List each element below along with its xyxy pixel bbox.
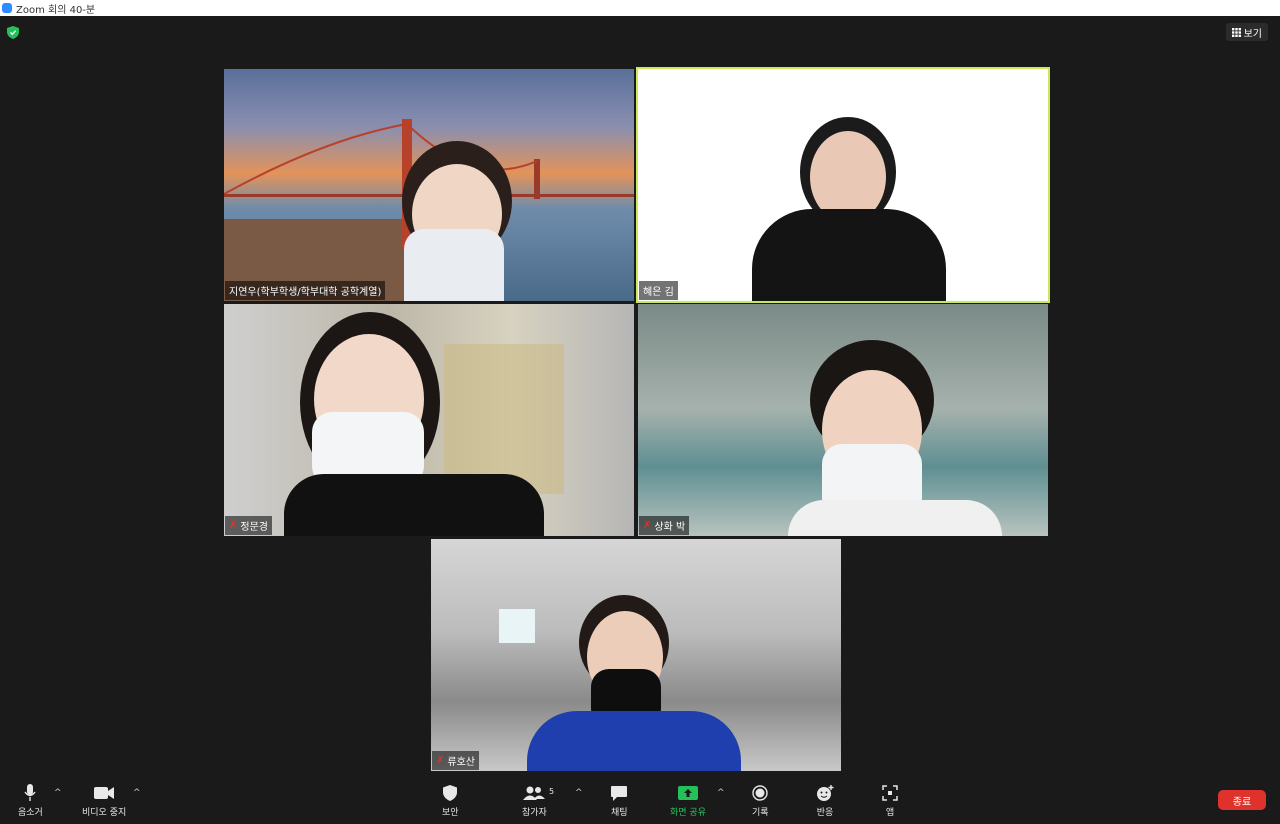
video-tile-2[interactable]: 혜은 김	[636, 67, 1050, 303]
meeting-toolbar: 음소거 ^ 비디오 중지 ^ 보안 참가자 5 ^ 채팅 화면 공유 ^ 기록 …	[0, 778, 1280, 824]
apps-label: 앱	[885, 808, 895, 818]
chat-bubble-icon	[611, 785, 628, 801]
face-mask	[404, 229, 504, 301]
video-tile-3[interactable]: ✗ 정문경	[224, 304, 634, 536]
window-titlebar: Zoom 회의 40-분	[0, 0, 1280, 16]
chat-label: 채팅	[611, 808, 628, 818]
participant-body	[284, 474, 544, 536]
participant-name: 혜은 김	[643, 287, 674, 298]
participant-nametag: ✗ 정문경	[225, 516, 272, 535]
participant-nametag: 혜은 김	[639, 281, 678, 300]
background-sign	[444, 344, 564, 494]
share-options-caret-icon[interactable]: ^	[717, 788, 725, 798]
participants-label: 참가자	[522, 808, 547, 818]
participant-nametag: ✗ 류호산	[432, 751, 479, 770]
participant-name: 류호산	[447, 757, 475, 768]
reactions-button[interactable]: 반응	[816, 784, 834, 818]
participants-count: 5	[549, 787, 555, 796]
participant-body	[527, 711, 741, 771]
participant-body	[752, 209, 946, 301]
record-icon	[752, 785, 768, 801]
share-screen-button[interactable]: 화면 공유	[670, 784, 706, 818]
emoji-reaction-icon	[817, 785, 834, 801]
video-camera-icon	[94, 787, 115, 799]
participants-options-caret-icon[interactable]: ^	[575, 788, 583, 798]
record-label: 기록	[752, 808, 769, 818]
participants-button[interactable]: 참가자	[522, 784, 547, 818]
zoom-logo-icon	[2, 3, 12, 13]
participants-icon	[523, 786, 546, 800]
end-meeting-button[interactable]: 종료	[1218, 790, 1266, 810]
audio-options-caret-icon[interactable]: ^	[54, 788, 62, 798]
share-label: 화면 공유	[670, 808, 706, 818]
stop-video-button[interactable]: 비디오 중지	[82, 784, 126, 818]
apps-icon	[882, 785, 898, 801]
mic-muted-icon: ✗	[643, 520, 652, 531]
security-shield-icon	[443, 785, 458, 801]
video-label: 비디오 중지	[82, 808, 127, 818]
microphone-icon	[24, 784, 36, 801]
mute-label: 음소거	[18, 808, 43, 818]
mic-muted-icon: ✗	[229, 520, 238, 531]
participant-name: 정문경	[240, 522, 268, 533]
video-tile-5[interactable]: ✗ 류호산	[431, 539, 841, 771]
video-tile-4[interactable]: ✗ 상화 박	[638, 304, 1048, 536]
video-options-caret-icon[interactable]: ^	[133, 788, 141, 798]
participant-body	[788, 500, 1002, 536]
grid-icon	[1231, 27, 1241, 37]
share-screen-icon	[677, 786, 698, 800]
meeting-area: 보기 지연우(학부학생/학부대학 공학계열) 혜은 김 ✗ 정문경 ✗ 상화 박…	[0, 16, 1280, 778]
apps-button[interactable]: 앱	[882, 784, 898, 818]
record-button[interactable]: 기록	[752, 784, 769, 818]
ceiling-light	[499, 609, 535, 643]
view-label: 보기	[1243, 28, 1262, 40]
participant-nametag: ✗ 상화 박	[639, 516, 690, 535]
reactions-label: 반응	[816, 808, 834, 818]
video-tile-1[interactable]: 지연우(학부학생/학부대학 공학계열)	[224, 69, 634, 301]
participant-nametag: 지연우(학부학생/학부대학 공학계열)	[225, 281, 386, 300]
participant-name: 지연우(학부학생/학부대학 공학계열)	[229, 287, 382, 298]
security-label: 보안	[442, 808, 459, 818]
encryption-shield-icon[interactable]	[7, 26, 19, 39]
security-button[interactable]: 보안	[442, 784, 459, 818]
mic-muted-icon: ✗	[436, 755, 445, 766]
chat-button[interactable]: 채팅	[611, 784, 628, 818]
participant-name: 상화 박	[654, 522, 686, 533]
mute-button[interactable]: 음소거	[18, 784, 43, 818]
window-title: Zoom 회의 40-분	[16, 4, 96, 16]
view-button[interactable]: 보기	[1225, 23, 1268, 41]
